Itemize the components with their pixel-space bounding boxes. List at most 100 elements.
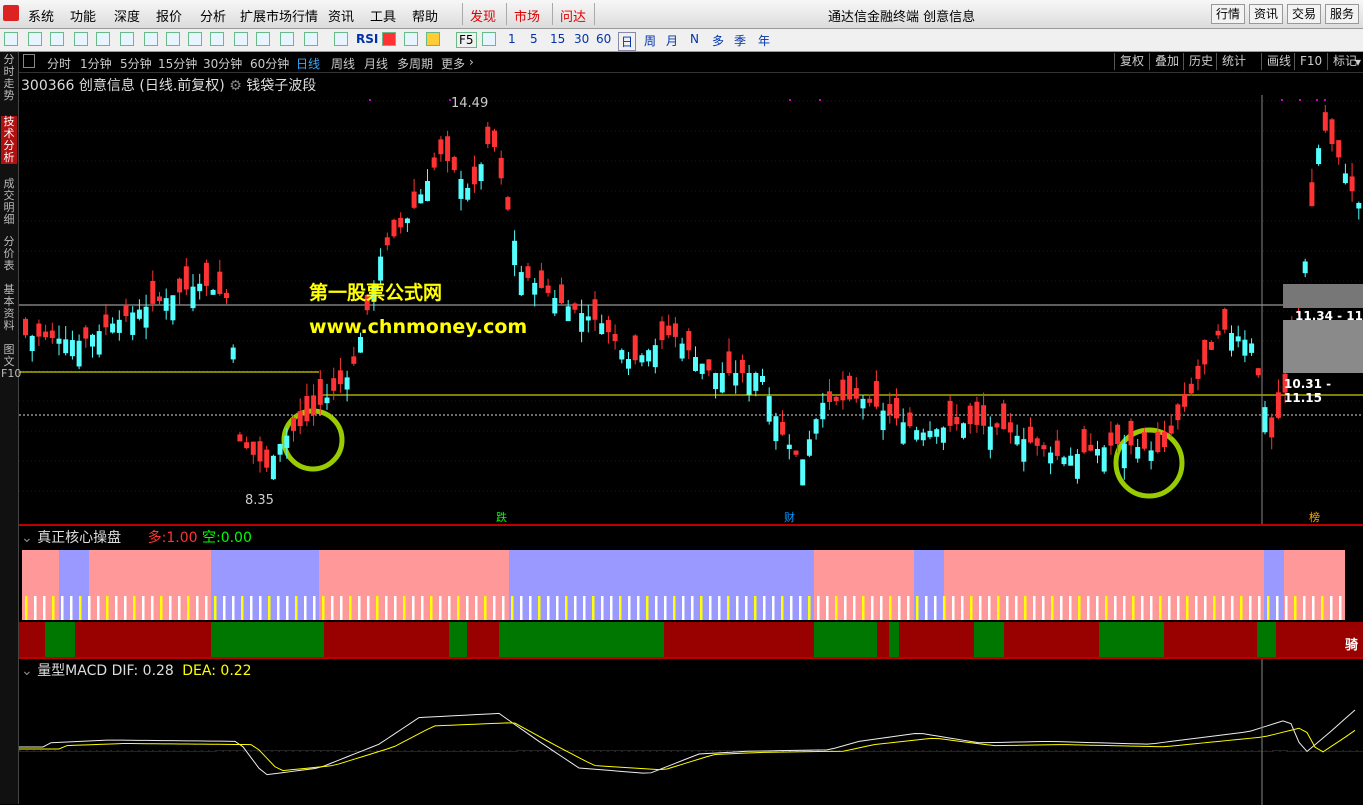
candle-body (197, 283, 203, 292)
core-lower-band (889, 622, 899, 657)
line-chart-icon[interactable] (120, 32, 134, 46)
tab-more[interactable]: 更多 (441, 55, 465, 72)
pencil-icon[interactable] (426, 32, 440, 46)
core-band-chart[interactable] (19, 548, 1363, 658)
indicator-icon[interactable] (334, 32, 348, 46)
macd-chart[interactable] (19, 659, 1363, 805)
event-marker-list[interactable]: 榜 (1309, 509, 1320, 525)
period-year-button[interactable]: 年 (758, 32, 770, 49)
tab-15min[interactable]: 15分钟 (158, 55, 197, 72)
menu-function[interactable]: 功能 (70, 6, 96, 25)
grid-icon[interactable] (74, 32, 88, 46)
draw-icon[interactable] (280, 32, 294, 46)
f-icon[interactable] (234, 32, 248, 46)
macd-panel[interactable]: ⌄ 量型MACD DIF: 0.28 DEA: 0.22 (19, 658, 1363, 805)
period-multi-button[interactable]: 多 (712, 32, 724, 49)
sidebar-item-technical[interactable]: 技术分析 (1, 116, 17, 164)
sidebar-item-deals[interactable]: 成交明细 (1, 178, 17, 226)
fz-icon[interactable] (256, 32, 270, 46)
period-day-button[interactable]: 日 (618, 32, 637, 51)
core-indicator-panel[interactable]: ⌄ 真正核心操盘 多:1.00 空:0.00 骑 (19, 525, 1363, 658)
period-30-button[interactable]: 30 (574, 32, 589, 46)
trade-button[interactable]: 交易 (1287, 4, 1322, 24)
table-icon[interactable] (166, 32, 180, 46)
menu-depth[interactable]: 深度 (114, 6, 140, 25)
tab-daily[interactable]: 日线 (296, 55, 320, 72)
up-arrow-icon[interactable] (28, 32, 42, 46)
bar-chart-icon[interactable] (210, 32, 224, 46)
back-arrow-icon[interactable] (4, 32, 18, 46)
service-button[interactable]: 服务 (1325, 4, 1360, 24)
candle-body (780, 421, 786, 435)
menu-market[interactable]: 市场 (514, 6, 540, 25)
f10-icon[interactable] (188, 32, 202, 46)
sidebar-item-intraday[interactable]: 分时走势 (1, 54, 17, 102)
candle-body (800, 459, 806, 486)
core-lower-band (324, 622, 449, 657)
tab-5min[interactable]: 5分钟 (120, 55, 152, 72)
period-60-button[interactable]: 60 (596, 32, 611, 46)
tab-30min[interactable]: 30分钟 (203, 55, 242, 72)
f5-button[interactable]: F5 (456, 32, 477, 48)
candle-body (411, 191, 417, 208)
period-season-button[interactable]: 季 (734, 32, 746, 49)
menu-wenda[interactable]: 问达 (560, 6, 586, 25)
sidebar-item-profile[interactable]: 基本资料 (1, 284, 17, 332)
move-icon[interactable] (404, 32, 418, 46)
menu-analysis[interactable]: 分析 (200, 6, 226, 25)
tab-multi-period[interactable]: 多周期 (397, 55, 433, 72)
candle-chart-icon[interactable] (144, 32, 158, 46)
stats-button[interactable]: 统计 (1216, 53, 1251, 70)
indicator-settings-icon[interactable]: ⚙ (229, 78, 242, 94)
menu-discover[interactable]: 发现 (470, 6, 496, 25)
history-button[interactable]: 历史 (1183, 53, 1218, 70)
quote-button[interactable]: 行情 (1211, 4, 1246, 24)
money-icon[interactable] (382, 32, 396, 46)
candle-body (344, 377, 350, 390)
tab-weekly[interactable]: 周线 (331, 55, 355, 72)
menu-quote[interactable]: 报价 (156, 6, 182, 25)
candle-body (994, 423, 1000, 428)
candle-body (1041, 445, 1047, 450)
f10-button[interactable]: F10 (1294, 53, 1327, 70)
switch-icon[interactable] (482, 32, 496, 46)
menu-help[interactable]: 帮助 (412, 6, 438, 25)
period-week-button[interactable]: 周 (644, 32, 656, 49)
sidebar-item-f10[interactable]: 图文F10 (1, 344, 21, 380)
menu-tools[interactable]: 工具 (370, 6, 396, 25)
core-tick (700, 596, 703, 620)
core-tick (304, 596, 307, 620)
event-marker-drop[interactable]: 跌 (496, 509, 507, 525)
list-icon[interactable] (96, 32, 110, 46)
restore-right-button[interactable]: 复权 (1114, 53, 1149, 70)
refresh-icon[interactable] (304, 32, 318, 46)
menu-ext-market[interactable]: 扩展市场行情 (240, 6, 318, 25)
tab-1min[interactable]: 1分钟 (80, 55, 112, 72)
period-15-button[interactable]: 15 (550, 32, 565, 46)
period-1-button[interactable]: 1 (508, 32, 516, 46)
collapse-icon[interactable]: ⌄ (21, 530, 33, 546)
main-chart-panel[interactable]: 300366 创意信息 (日线.前复权) ⚙ 钱袋子波段 14.49 8.35 … (19, 73, 1363, 525)
overlay-button[interactable]: 叠加 (1149, 53, 1184, 70)
period-n-button[interactable]: N (690, 32, 699, 46)
tab-monthly[interactable]: 月线 (364, 55, 388, 72)
candlestick-chart[interactable] (19, 73, 1363, 525)
rsi-button[interactable]: RSI (356, 32, 378, 46)
chevron-down-icon[interactable]: ▾ (1355, 55, 1361, 69)
news-button[interactable]: 资讯 (1249, 4, 1284, 24)
period-month-button[interactable]: 月 (666, 32, 678, 49)
sidebar-item-price-table[interactable]: 分价表 (1, 236, 17, 272)
event-marker-finance[interactable]: 财 (784, 509, 795, 525)
chevron-right-icon[interactable]: › (469, 55, 474, 69)
candle-body (244, 442, 250, 449)
panel-toggle-icon[interactable] (23, 54, 35, 68)
macd-bar (1071, 745, 1076, 751)
down-arrow-icon[interactable] (50, 32, 64, 46)
menu-system[interactable]: 系统 (28, 6, 54, 25)
menu-news[interactable]: 资讯 (328, 6, 354, 25)
draw-line-button[interactable]: 画线 (1261, 53, 1296, 70)
macd-bar (210, 744, 215, 751)
tab-60min[interactable]: 60分钟 (250, 55, 289, 72)
period-5-button[interactable]: 5 (530, 32, 538, 46)
tab-intraday[interactable]: 分时 (47, 55, 71, 72)
